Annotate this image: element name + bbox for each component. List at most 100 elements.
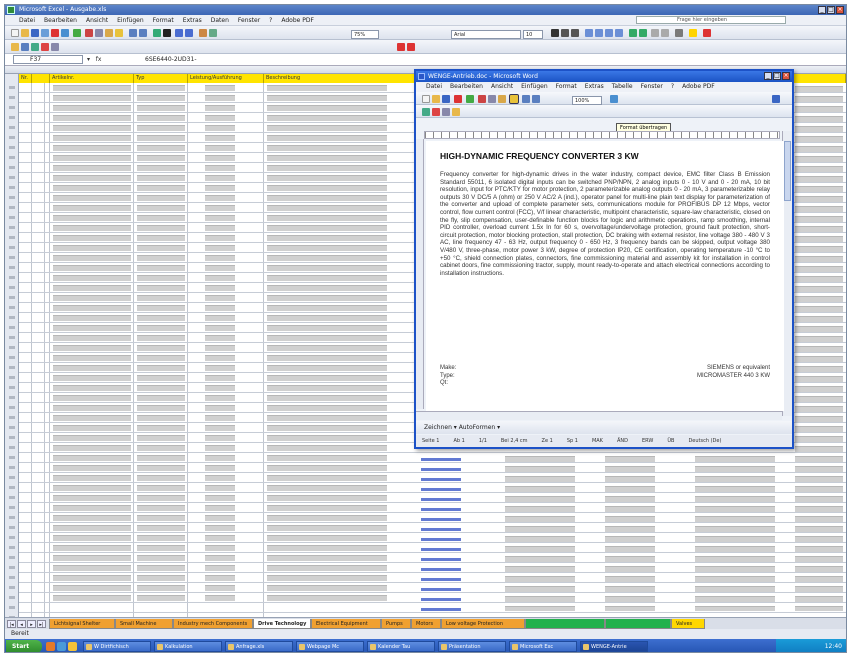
sort-desc-icon[interactable] <box>185 29 193 37</box>
task-anfrage[interactable]: Anfrage.xls <box>225 641 293 652</box>
word-minimize-button[interactable]: _ <box>764 72 772 80</box>
menu-einfuegen[interactable]: Einfügen <box>117 17 143 24</box>
italic-icon[interactable] <box>561 29 569 37</box>
word-read-icon[interactable] <box>772 95 780 103</box>
align-left-icon[interactable] <box>585 29 593 37</box>
sheet-tab-industry[interactable]: Industry mech Components <box>173 619 253 629</box>
prev-sheet-button[interactable]: ◂ <box>17 620 26 628</box>
word-menu-extras[interactable]: Extras <box>585 82 604 92</box>
last-sheet-button[interactable]: ▸| <box>37 620 46 628</box>
zoom-combo[interactable]: 75% <box>351 30 379 39</box>
word-refresh-icon[interactable] <box>442 108 450 116</box>
task-kalkulation[interactable]: Kalkulation <box>154 641 222 652</box>
word-cut-icon[interactable] <box>478 95 486 103</box>
menu-help[interactable]: ? <box>269 17 272 24</box>
word-stop-icon[interactable] <box>432 108 440 116</box>
menu-datei[interactable]: Datei <box>19 17 35 24</box>
undo-icon[interactable] <box>129 29 137 37</box>
task-praesentation[interactable]: Präsentation <box>438 641 506 652</box>
word-horizontal-scrollbar[interactable] <box>416 411 782 420</box>
word-menu-fenster[interactable]: Fenster <box>641 82 663 92</box>
increase-indent-icon[interactable] <box>661 29 669 37</box>
quicklaunch-mail-icon[interactable] <box>68 642 77 651</box>
sheet-tab-pumps[interactable]: Pumps <box>381 619 411 629</box>
clock[interactable]: 12:40 <box>825 643 842 650</box>
pdf-icon[interactable] <box>397 43 405 51</box>
folder-icon[interactable] <box>11 43 19 51</box>
status-aend[interactable]: ÄND <box>617 435 628 447</box>
chart-wizard-icon[interactable] <box>199 29 207 37</box>
word-menu-datei[interactable]: Datei <box>426 82 442 92</box>
web-icon[interactable] <box>31 43 39 51</box>
borders-icon[interactable] <box>675 29 683 37</box>
quicklaunch-browser-icon[interactable] <box>46 642 55 651</box>
name-box[interactable]: F37 <box>13 55 83 64</box>
sheet-tab-low-voltage[interactable]: Low voltage Protection <box>441 619 525 629</box>
word-print-icon[interactable] <box>454 95 462 103</box>
menu-format[interactable]: Format <box>153 17 174 24</box>
cut-icon[interactable] <box>85 29 93 37</box>
save-icon[interactable] <box>31 29 39 37</box>
word-spelling-icon[interactable] <box>466 95 474 103</box>
font-combo[interactable]: Arial <box>451 30 521 39</box>
refresh-icon[interactable] <box>51 43 59 51</box>
word-save-icon[interactable] <box>442 95 450 103</box>
maximize-button[interactable]: □ <box>827 6 835 14</box>
sheet-tab-lichtsignal[interactable]: Lichtsignal Shelter <box>49 619 115 629</box>
format-painter-icon[interactable] <box>115 29 123 37</box>
sheet-tab-valves[interactable]: Valves <box>671 619 705 629</box>
sheet-tab-electrical[interactable]: Electrical Equipment <box>311 619 381 629</box>
sheet-tab-motors[interactable]: Motors <box>411 619 441 629</box>
header-nr[interactable]: Nr. <box>19 74 32 83</box>
paste-icon[interactable] <box>105 29 113 37</box>
minimize-button[interactable]: _ <box>818 6 826 14</box>
word-menu-ansicht[interactable]: Ansicht <box>491 82 513 92</box>
spelling-icon[interactable] <box>73 29 81 37</box>
word-format-painter-icon[interactable] <box>509 94 519 104</box>
vertical-ruler[interactable] <box>416 139 424 409</box>
word-menu-bearbeiten[interactable]: Bearbeiten <box>450 82 483 92</box>
drawing-icon[interactable] <box>209 29 217 37</box>
hyperlink-icon[interactable] <box>153 29 161 37</box>
word-new-icon[interactable] <box>422 95 430 103</box>
hyperlink-cells[interactable] <box>421 456 461 611</box>
word-menu-einfuegen[interactable]: Einfügen <box>521 82 547 92</box>
sheet-tab-small-machine[interactable]: Small Machine <box>115 619 173 629</box>
currency-icon[interactable] <box>629 29 637 37</box>
reviewing-icon[interactable] <box>21 43 29 51</box>
word-redo-icon[interactable] <box>532 95 540 103</box>
word-undo-icon[interactable] <box>522 95 530 103</box>
document-page[interactable]: HIGH-DYNAMIC FREQUENCY CONVERTER 3 KW Fr… <box>426 141 784 411</box>
stop-icon[interactable] <box>41 43 49 51</box>
word-zoom-combo[interactable]: 100% <box>572 96 602 105</box>
print-icon[interactable] <box>51 29 59 37</box>
first-sheet-button[interactable]: |◂ <box>7 620 16 628</box>
pdf-mail-icon[interactable] <box>407 43 415 51</box>
permission-icon[interactable] <box>41 29 49 37</box>
menu-ansicht[interactable]: Ansicht <box>86 17 108 24</box>
task-microsoft-excel[interactable]: Microsoft Exc <box>509 641 577 652</box>
word-copy-icon[interactable] <box>488 95 496 103</box>
horizontal-ruler[interactable] <box>424 131 780 139</box>
drawing-menu[interactable]: Zeichnen ▾ AutoFormen ▾ <box>424 424 500 431</box>
word-close-button[interactable]: × <box>782 72 790 80</box>
word-maximize-button[interactable]: □ <box>773 72 781 80</box>
next-sheet-button[interactable]: ▸ <box>27 620 36 628</box>
new-icon[interactable] <box>11 29 19 37</box>
quicklaunch-desktop-icon[interactable] <box>57 642 66 651</box>
copy-icon[interactable] <box>95 29 103 37</box>
sheet-tab-drive-technology[interactable]: Drive Technology <box>253 619 311 629</box>
font-size-combo[interactable]: 10 <box>523 30 543 39</box>
word-menu-adobe-pdf[interactable]: Adobe PDF <box>682 82 715 92</box>
word-back-icon[interactable] <box>422 108 430 116</box>
align-center-icon[interactable] <box>595 29 603 37</box>
scroll-thumb[interactable] <box>784 141 791 201</box>
merge-icon[interactable] <box>615 29 623 37</box>
header-leistung[interactable]: Leistung/Ausführung <box>188 74 264 83</box>
percent-icon[interactable] <box>639 29 647 37</box>
task-word-document[interactable]: WENGE-Antrie <box>580 641 648 652</box>
word-favorites-icon[interactable] <box>452 108 460 116</box>
formula-input[interactable]: 6SE6440-2UD31- <box>145 55 196 64</box>
header-artikelnr[interactable]: Artikelnr. <box>50 74 134 83</box>
fx-icon[interactable]: ▾ fx <box>87 55 137 64</box>
